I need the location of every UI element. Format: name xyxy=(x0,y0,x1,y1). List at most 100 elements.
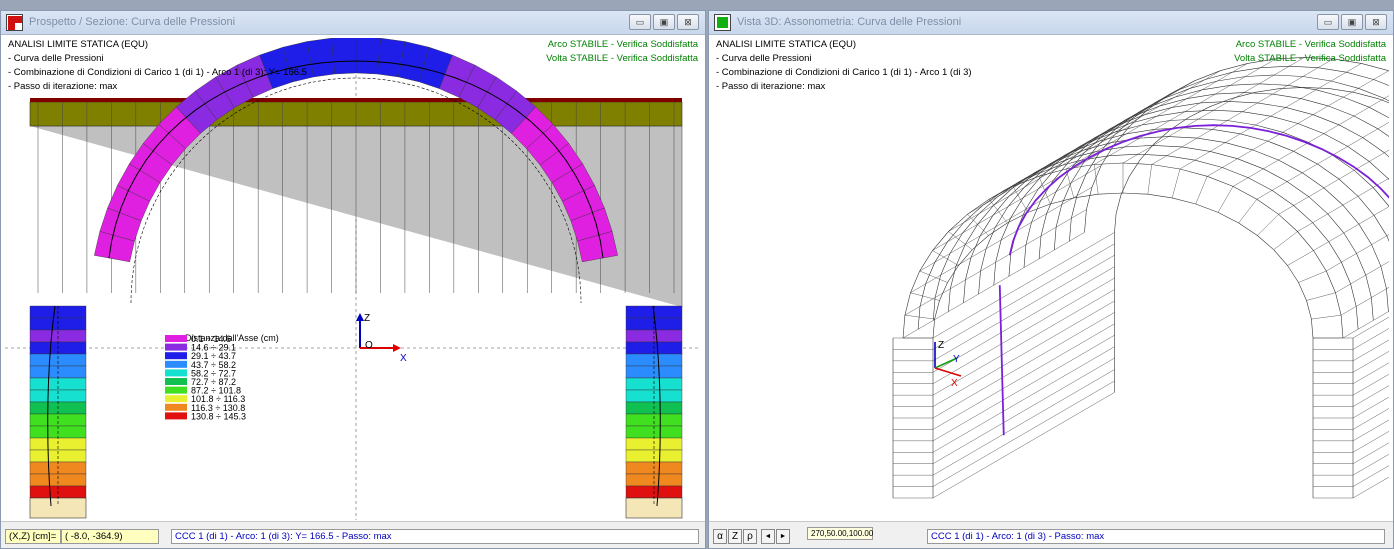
vault-generatrix xyxy=(1342,311,1389,339)
top-band xyxy=(30,98,682,102)
legend-swatch xyxy=(165,395,187,403)
x-axis-label: X xyxy=(400,353,407,364)
window-title: Vista 3D: Assonometria: Curva delle Pres… xyxy=(737,16,962,28)
vault-pressure-curve xyxy=(1008,124,1389,256)
voussoir xyxy=(355,38,381,75)
vault-generatrix xyxy=(967,108,1150,215)
color-legend: Distanza dall'Asse (cm)0.1 ÷ 14.614.6 ÷ … xyxy=(165,333,279,421)
voussoir-joint xyxy=(1238,199,1258,224)
arch-status: Arco STABILE - Verifica Soddisfatta xyxy=(1235,39,1386,50)
close-button[interactable]: ⊠ xyxy=(677,14,699,30)
pier-block xyxy=(29,473,87,487)
rotate-right-button[interactable]: ► xyxy=(776,529,790,544)
voussoir-joint xyxy=(1012,186,1029,213)
left-pier-wire xyxy=(932,335,1115,442)
arch-rib-outer xyxy=(948,136,1389,312)
legend-swatch xyxy=(165,403,187,411)
right-pier-wire xyxy=(1352,339,1389,362)
elevation-drawing[interactable]: Distanza dall'Asse (cm)0.1 ÷ 14.614.6 ÷ … xyxy=(5,38,701,520)
left-pier-wire xyxy=(932,323,1115,430)
voussoir-joint xyxy=(1217,186,1234,213)
vault-generatrix xyxy=(1278,149,1389,215)
right-pier-wire xyxy=(1352,385,1389,407)
legend-swatch xyxy=(165,378,187,385)
axonometric-canvas-area[interactable]: ZY X ANALISI LIMITE STATICA (EQU) - Curva… xyxy=(713,38,1389,520)
voussoir xyxy=(331,38,357,75)
vault-status: Volta STABILE - Verifica Soddisfatta xyxy=(546,53,698,64)
vault-generatrix xyxy=(1335,261,1389,293)
info-line-1: - Curva delle Pressioni xyxy=(8,53,104,64)
right-pier-wire xyxy=(1352,431,1389,453)
left-pier-wire xyxy=(932,243,1115,350)
legend-swatch xyxy=(165,352,187,360)
elevation-window[interactable]: Prospetto / Sezione: Curva delle Pressio… xyxy=(0,10,706,549)
x-axis-arrow xyxy=(393,344,401,352)
rotate-left-button[interactable]: ◄ xyxy=(761,529,775,544)
voussoir-joint xyxy=(967,214,989,236)
minimize-button[interactable]: ▭ xyxy=(629,14,651,30)
info-line-2: - Combinazione di Condizioni di Carico 1… xyxy=(716,67,972,78)
arch-rib-outer xyxy=(1084,57,1389,233)
vault-generatrix xyxy=(1326,234,1389,272)
status-message: CCC 1 (di 1) - Arco: 1 (di 3) - Passo: m… xyxy=(927,529,1385,544)
voussoir-joint xyxy=(1306,292,1336,301)
vault-generatrix xyxy=(948,125,1131,232)
legend-swatch xyxy=(165,412,187,420)
rotate-alpha-button[interactable]: α xyxy=(713,529,727,544)
info-line-1: - Curva delle Pressioni xyxy=(716,53,812,64)
restore-button[interactable]: ▣ xyxy=(1341,14,1363,30)
app-icon xyxy=(714,14,731,31)
elevation-titlebar[interactable]: Prospetto / Sezione: Curva delle Pressio… xyxy=(1,11,705,35)
vault-generatrix xyxy=(1313,206,1389,251)
close-button[interactable]: ⊠ xyxy=(1365,14,1387,30)
right-pier-wire xyxy=(1352,419,1389,442)
minimize-button[interactable]: ▭ xyxy=(1317,14,1339,30)
legend-swatch xyxy=(165,343,187,351)
vault-generatrix xyxy=(904,209,1087,316)
info-title: ANALISI LIMITE STATICA (EQU) xyxy=(716,39,857,50)
arch-rib-outer xyxy=(1008,101,1389,277)
voussoir-joint xyxy=(1195,176,1208,205)
left-pier-wire xyxy=(932,266,1115,373)
z-axis-label: Z xyxy=(938,340,944,351)
elevation-canvas-area[interactable]: Distanza dall'Asse (cm) 0.1 ÷ 14.6 14.6 ÷ … xyxy=(5,38,701,520)
rotate-rho-button[interactable]: ρ xyxy=(743,529,757,544)
voussoir-joint xyxy=(1065,168,1075,198)
left-pier-wire xyxy=(932,357,1115,464)
vault-generatrix xyxy=(910,186,1093,293)
view-params: 270,50.00,100.00 xyxy=(807,527,873,540)
axonometric-drawing[interactable]: ZY X xyxy=(713,38,1389,520)
coord-label: (X,Z) [cm]= xyxy=(5,529,61,544)
left-pier-wire xyxy=(932,277,1115,384)
left-pier-wire xyxy=(932,300,1115,407)
x-axis-label: X xyxy=(951,378,958,389)
left-pier-wire xyxy=(932,392,1115,499)
pier-block xyxy=(625,413,683,427)
info-title: ANALISI LIMITE STATICA (EQU) xyxy=(8,39,149,50)
right-pier-wire xyxy=(1352,408,1389,430)
axonometric-statusbar: α Z ρ ◄ ► 270,50.00,100.00 CCC 1 (di 1) … xyxy=(709,521,1393,548)
coord-value: ( -8.0, -364.9) xyxy=(61,529,159,544)
left-pier-wire xyxy=(932,369,1115,476)
right-pier-wire xyxy=(1352,465,1389,487)
info-line-3: - Passo di iterazione: max xyxy=(8,81,118,92)
axonometric-titlebar[interactable]: Vista 3D: Assonometria: Curva delle Pres… xyxy=(709,11,1393,35)
elevation-statusbar: (X,Z) [cm]= ( -8.0, -364.9) CCC 1 (di 1)… xyxy=(1,521,705,548)
left-pier-wire xyxy=(932,312,1115,419)
vault-generatrix xyxy=(902,232,1085,339)
right-pier-wire xyxy=(1352,396,1389,419)
right-pier-wire xyxy=(1352,476,1389,499)
restore-button[interactable]: ▣ xyxy=(653,14,675,30)
z-axis-arrow xyxy=(356,313,364,321)
axonometric-window[interactable]: Vista 3D: Assonometria: Curva delle Pres… xyxy=(708,10,1394,549)
right-pier-wire xyxy=(1352,362,1389,384)
vault-generatrix xyxy=(1256,122,1389,200)
window-title: Prospetto / Sezione: Curva delle Pressio… xyxy=(29,16,236,28)
status-message: CCC 1 (di 1) - Arco: 1 (di 3): Y= 166.5 … xyxy=(171,529,699,544)
rotate-z-button[interactable]: Z xyxy=(728,529,742,544)
voussoir-joint xyxy=(1298,270,1327,283)
pier-pressure-curve xyxy=(998,285,1005,436)
right-pier-wire xyxy=(1352,442,1389,464)
vault-generatrix xyxy=(1012,80,1195,187)
voussoir-joint xyxy=(1273,231,1298,250)
